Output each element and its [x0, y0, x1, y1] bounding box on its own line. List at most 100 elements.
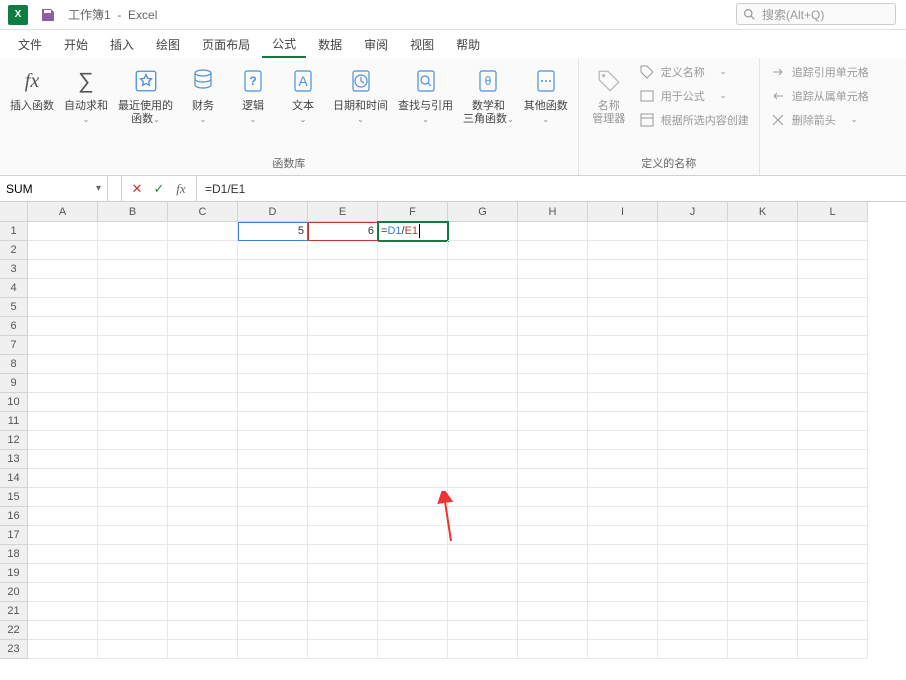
cell-G8[interactable]: [448, 355, 518, 374]
cell-B16[interactable]: [98, 507, 168, 526]
cell-A18[interactable]: [28, 545, 98, 564]
cell-I17[interactable]: [588, 526, 658, 545]
cell-J12[interactable]: [658, 431, 728, 450]
cell-A12[interactable]: [28, 431, 98, 450]
cell-K18[interactable]: [728, 545, 798, 564]
cell-H23[interactable]: [518, 640, 588, 659]
col-header-H[interactable]: H: [518, 202, 588, 222]
cell-L8[interactable]: [798, 355, 868, 374]
cell-L10[interactable]: [798, 393, 868, 412]
cell-H16[interactable]: [518, 507, 588, 526]
cell-F20[interactable]: [378, 583, 448, 602]
cell-H4[interactable]: [518, 279, 588, 298]
cell-D8[interactable]: [238, 355, 308, 374]
cell-D3[interactable]: [238, 260, 308, 279]
cell-L13[interactable]: [798, 450, 868, 469]
cell-B17[interactable]: [98, 526, 168, 545]
cell-E1[interactable]: 6: [308, 222, 378, 241]
cell-K20[interactable]: [728, 583, 798, 602]
cell-I6[interactable]: [588, 317, 658, 336]
cell-F11[interactable]: [378, 412, 448, 431]
trace-precedents-button[interactable]: 追踪引用单元格: [766, 62, 876, 82]
cell-L2[interactable]: [798, 241, 868, 260]
cell-I12[interactable]: [588, 431, 658, 450]
select-all-corner[interactable]: [0, 202, 28, 222]
cell-B2[interactable]: [98, 241, 168, 260]
cell-F18[interactable]: [378, 545, 448, 564]
cell-I19[interactable]: [588, 564, 658, 583]
col-header-L[interactable]: L: [798, 202, 868, 222]
cell-K10[interactable]: [728, 393, 798, 412]
search-box[interactable]: 搜索(Alt+Q): [736, 3, 896, 25]
cell-A5[interactable]: [28, 298, 98, 317]
tab-视图[interactable]: 视图: [400, 32, 444, 57]
cell-G3[interactable]: [448, 260, 518, 279]
name-box-input[interactable]: [6, 182, 76, 196]
cell-D18[interactable]: [238, 545, 308, 564]
cell-E13[interactable]: [308, 450, 378, 469]
save-icon[interactable]: [38, 5, 58, 25]
math-button[interactable]: θ 数学和 三角函数⌄: [459, 62, 518, 130]
cell-B9[interactable]: [98, 374, 168, 393]
cell-J17[interactable]: [658, 526, 728, 545]
col-header-I[interactable]: I: [588, 202, 658, 222]
cell-B11[interactable]: [98, 412, 168, 431]
cell-F21[interactable]: [378, 602, 448, 621]
cell-A14[interactable]: [28, 469, 98, 488]
cell-C14[interactable]: [168, 469, 238, 488]
cell-G11[interactable]: [448, 412, 518, 431]
cell-J9[interactable]: [658, 374, 728, 393]
cell-K4[interactable]: [728, 279, 798, 298]
cell-F9[interactable]: [378, 374, 448, 393]
cell-G15[interactable]: [448, 488, 518, 507]
cell-H15[interactable]: [518, 488, 588, 507]
row-header-16[interactable]: 16: [0, 507, 28, 526]
row-header-4[interactable]: 4: [0, 279, 28, 298]
cell-B7[interactable]: [98, 336, 168, 355]
cell-B21[interactable]: [98, 602, 168, 621]
text-button[interactable]: A 文本⌄: [279, 62, 327, 130]
tab-审阅[interactable]: 审阅: [354, 32, 398, 57]
cell-B13[interactable]: [98, 450, 168, 469]
cell-E9[interactable]: [308, 374, 378, 393]
tab-插入[interactable]: 插入: [100, 32, 144, 57]
col-header-F[interactable]: F: [378, 202, 448, 222]
row-header-19[interactable]: 19: [0, 564, 28, 583]
cell-K8[interactable]: [728, 355, 798, 374]
cell-J2[interactable]: [658, 241, 728, 260]
cell-D1[interactable]: 5: [238, 222, 308, 241]
cell-F23[interactable]: [378, 640, 448, 659]
cell-D16[interactable]: [238, 507, 308, 526]
tab-帮助[interactable]: 帮助: [446, 32, 490, 57]
cell-C16[interactable]: [168, 507, 238, 526]
cell-I16[interactable]: [588, 507, 658, 526]
cell-J22[interactable]: [658, 621, 728, 640]
cell-I22[interactable]: [588, 621, 658, 640]
cell-A4[interactable]: [28, 279, 98, 298]
row-header-12[interactable]: 12: [0, 431, 28, 450]
tab-数据[interactable]: 数据: [308, 32, 352, 57]
cell-K21[interactable]: [728, 602, 798, 621]
finance-button[interactable]: 财务⌄: [179, 62, 227, 130]
row-header-14[interactable]: 14: [0, 469, 28, 488]
cell-I15[interactable]: [588, 488, 658, 507]
row-header-2[interactable]: 2: [0, 241, 28, 260]
row-header-11[interactable]: 11: [0, 412, 28, 431]
cell-C11[interactable]: [168, 412, 238, 431]
cell-E6[interactable]: [308, 317, 378, 336]
row-header-7[interactable]: 7: [0, 336, 28, 355]
autosum-button[interactable]: ∑ 自动求和⌄: [60, 62, 112, 130]
cell-I4[interactable]: [588, 279, 658, 298]
cell-I18[interactable]: [588, 545, 658, 564]
cell-A23[interactable]: [28, 640, 98, 659]
col-header-D[interactable]: D: [238, 202, 308, 222]
cell-E7[interactable]: [308, 336, 378, 355]
cell-G20[interactable]: [448, 583, 518, 602]
cell-I2[interactable]: [588, 241, 658, 260]
cell-E4[interactable]: [308, 279, 378, 298]
cell-H1[interactable]: [518, 222, 588, 241]
cell-C22[interactable]: [168, 621, 238, 640]
cell-E12[interactable]: [308, 431, 378, 450]
cell-F2[interactable]: [378, 241, 448, 260]
cell-H9[interactable]: [518, 374, 588, 393]
